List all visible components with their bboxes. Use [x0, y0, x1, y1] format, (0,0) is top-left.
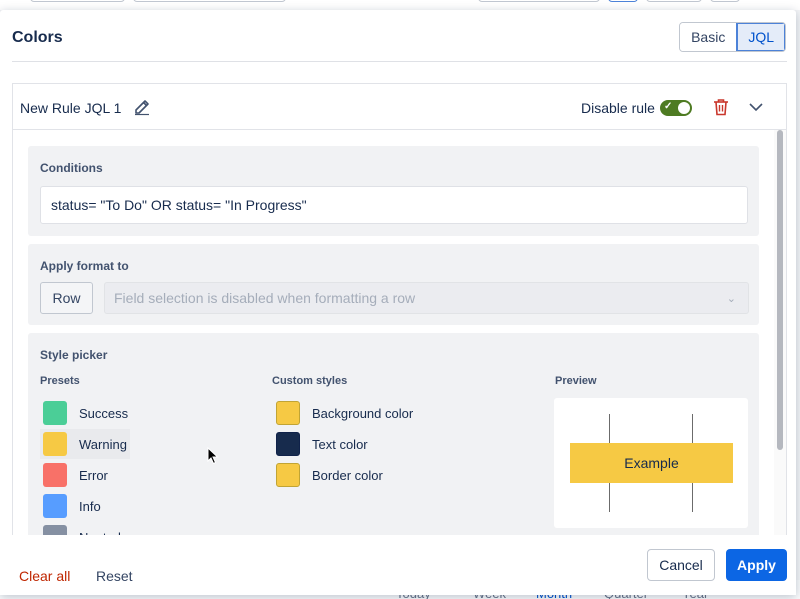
modal-title: Colors [12, 29, 63, 46]
rule-name: New Rule JQL 1 [20, 100, 122, 116]
custom-background-color[interactable]: Background color [273, 398, 433, 428]
rule-header: New Rule JQL 1 Disable rule ✓ [13, 84, 786, 130]
background-topbar [0, 0, 800, 10]
jql-condition-input[interactable] [40, 186, 748, 224]
chevron-down-icon: ⌄ [726, 293, 736, 305]
mode-toggle: Basic JQL [679, 22, 786, 52]
preset-success[interactable]: Success [40, 398, 130, 428]
style-picker-section: Style picker Presets Custom styles Previ… [28, 333, 759, 553]
scrollbar-thumb[interactable] [777, 130, 783, 450]
apply-button[interactable]: Apply [726, 549, 787, 581]
custom-style-label: Background color [312, 406, 414, 421]
apply-format-label: Apply format to [40, 259, 129, 273]
field-select: Field selection is disabled when formatt… [104, 282, 749, 314]
preset-error[interactable]: Error [40, 460, 130, 490]
field-select-placeholder: Field selection is disabled when formatt… [114, 290, 416, 306]
preset-label: Error [79, 468, 108, 483]
basic-mode-button[interactable]: Basic [680, 23, 737, 51]
preset-label: Success [79, 406, 129, 421]
background-button [30, 0, 125, 2]
check-icon: ✓ [664, 101, 673, 112]
preset-label: Info [79, 499, 101, 514]
disable-rule-label: Disable rule [581, 100, 655, 116]
style-preview: Example [554, 398, 748, 528]
disable-rule-toggle[interactable]: ✓ [660, 100, 692, 116]
background-button [608, 0, 638, 2]
toggle-knob [678, 102, 690, 114]
row-button[interactable]: Row [40, 282, 93, 314]
cancel-button[interactable]: Cancel [647, 549, 715, 581]
info-swatch [43, 494, 67, 518]
edit-icon[interactable] [133, 98, 151, 116]
preview-label: Preview [555, 375, 597, 387]
clear-all-button[interactable]: Clear all [19, 568, 70, 584]
custom-border-color[interactable]: Border color [273, 460, 433, 490]
background-button [710, 0, 740, 2]
colors-modal: Colors Basic JQL New Rule JQL 1 Disable … [0, 10, 796, 595]
background-button [133, 0, 286, 2]
custom-text-color[interactable]: Text color [273, 429, 433, 459]
preset-info[interactable]: Info [40, 491, 130, 521]
background-button [646, 0, 702, 2]
border-color-swatch [276, 463, 300, 487]
error-swatch [43, 463, 67, 487]
preset-label: Warning [79, 437, 127, 452]
reset-button[interactable]: Reset [96, 568, 133, 584]
background-color-swatch [276, 401, 300, 425]
trash-icon[interactable] [713, 98, 729, 116]
scrollbar-track [774, 130, 786, 583]
custom-style-label: Border color [312, 468, 383, 483]
modal-header: Colors Basic JQL [12, 10, 787, 62]
mouse-cursor-icon [207, 447, 219, 465]
apply-format-section: Apply format to Row Field selection is d… [28, 244, 759, 325]
modal-footer: Clear all Reset Cancel Apply [0, 535, 796, 595]
rule-card: New Rule JQL 1 Disable rule ✓ Conditions… [12, 83, 787, 583]
success-swatch [43, 401, 67, 425]
jql-mode-button[interactable]: JQL [736, 23, 785, 51]
warning-swatch [43, 432, 67, 456]
custom-styles-label: Custom styles [272, 375, 348, 387]
custom-style-label: Text color [312, 437, 368, 452]
preset-warning[interactable]: Warning [40, 429, 130, 459]
background-button [478, 0, 600, 2]
conditions-section: Conditions [28, 146, 759, 236]
text-color-swatch [276, 432, 300, 456]
chevron-down-icon[interactable] [748, 100, 764, 114]
conditions-label: Conditions [40, 161, 103, 175]
style-picker-label: Style picker [40, 348, 108, 362]
preview-example: Example [570, 443, 733, 483]
presets-label: Presets [40, 375, 80, 387]
